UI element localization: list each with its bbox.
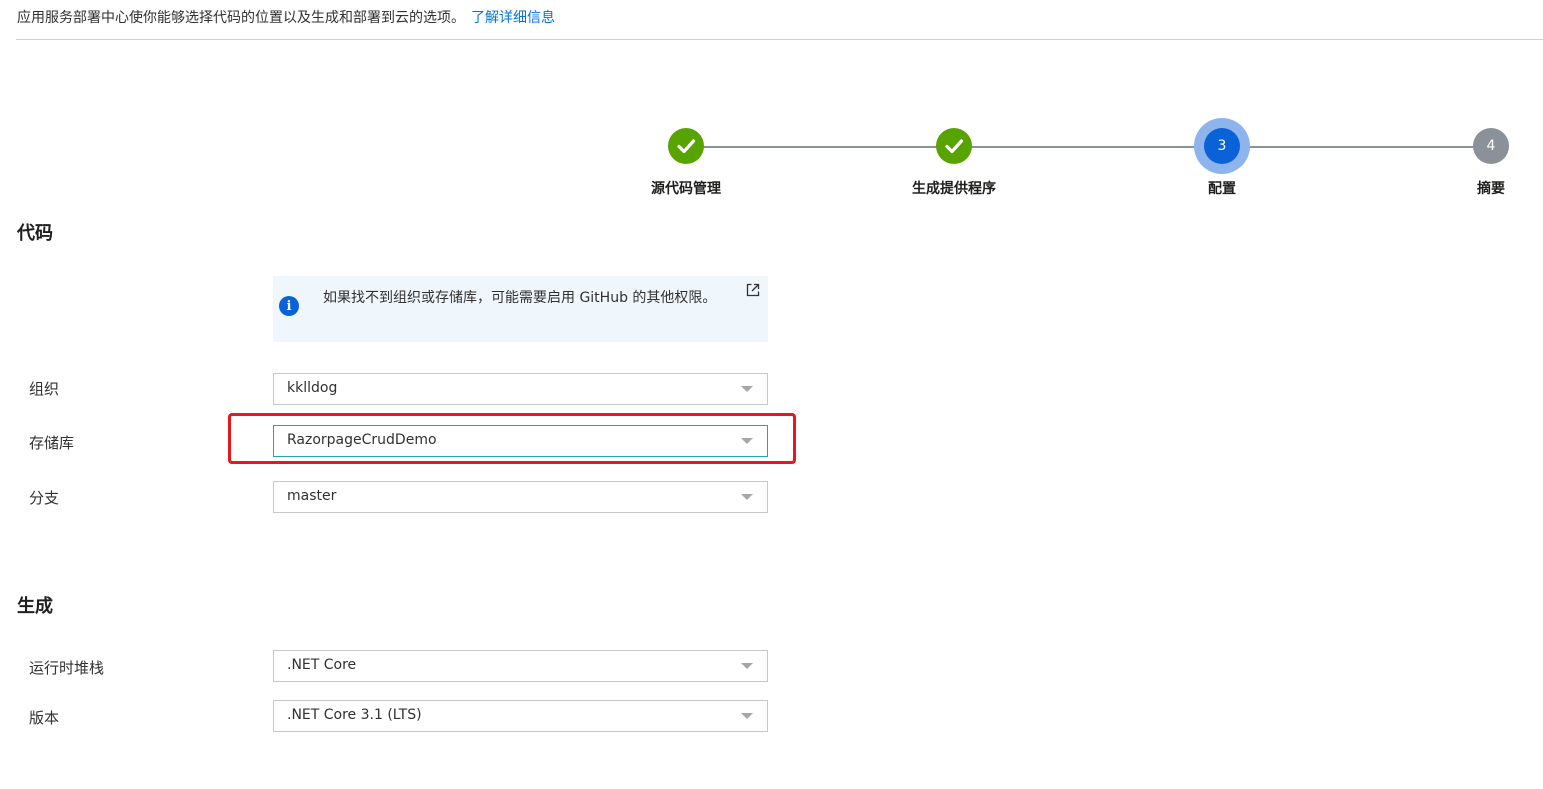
version-value: .NET Core 3.1 (LTS) [287,707,422,723]
repository-label: 存储库 [29,434,75,452]
info-icon: i [279,296,299,316]
section-title-build: 生成 [17,596,53,617]
deployment-center-page: 应用服务部署中心使你能够选择代码的位置以及生成和部署到云的选项。 了解详细信息 源… [0,0,1543,789]
chevron-down-icon [741,494,753,500]
version-dropdown[interactable]: .NET Core 3.1 (LTS) [273,700,768,732]
step-label: 摘要 [1477,181,1505,197]
step-label: 配置 [1208,181,1236,197]
check-icon [668,128,704,164]
step-summary[interactable]: 4 摘要 [1391,128,1543,198]
organization-value: kklldog [287,380,338,396]
chevron-down-icon [741,663,753,669]
step-label: 生成提供程序 [912,181,996,197]
chevron-down-icon [741,386,753,392]
branch-value: master [287,488,337,504]
branch-dropdown[interactable]: master [273,481,768,513]
wizard-stepper: 源代码管理 生成提供程序 3 配置 4 摘要 [0,0,1543,210]
organization-dropdown[interactable]: kklldog [273,373,768,405]
version-label: 版本 [29,709,60,727]
check-icon [936,128,972,164]
step-number-badge: 4 [1473,128,1509,164]
step-configure[interactable]: 3 配置 [1122,128,1322,198]
step-number-badge: 3 [1204,128,1240,164]
permission-info-banner: i 如果找不到组织或存储库，可能需要启用 GitHub 的其他权限。 [273,276,768,342]
chevron-down-icon [741,713,753,719]
highlight-annotation [228,413,796,464]
step-source-control[interactable]: 源代码管理 [586,128,786,198]
external-link-icon[interactable] [745,282,761,298]
section-title-code: 代码 [17,223,53,244]
runtime-stack-dropdown[interactable]: .NET Core [273,650,768,682]
step-label: 源代码管理 [651,181,721,197]
runtime-stack-label: 运行时堆栈 [29,659,105,677]
organization-label: 组织 [29,380,60,398]
info-text: 如果找不到组织或存储库，可能需要启用 GitHub 的其他权限。 [323,290,717,306]
branch-label: 分支 [29,489,60,507]
runtime-stack-value: .NET Core [287,657,357,673]
step-build-provider[interactable]: 生成提供程序 [854,128,1054,198]
